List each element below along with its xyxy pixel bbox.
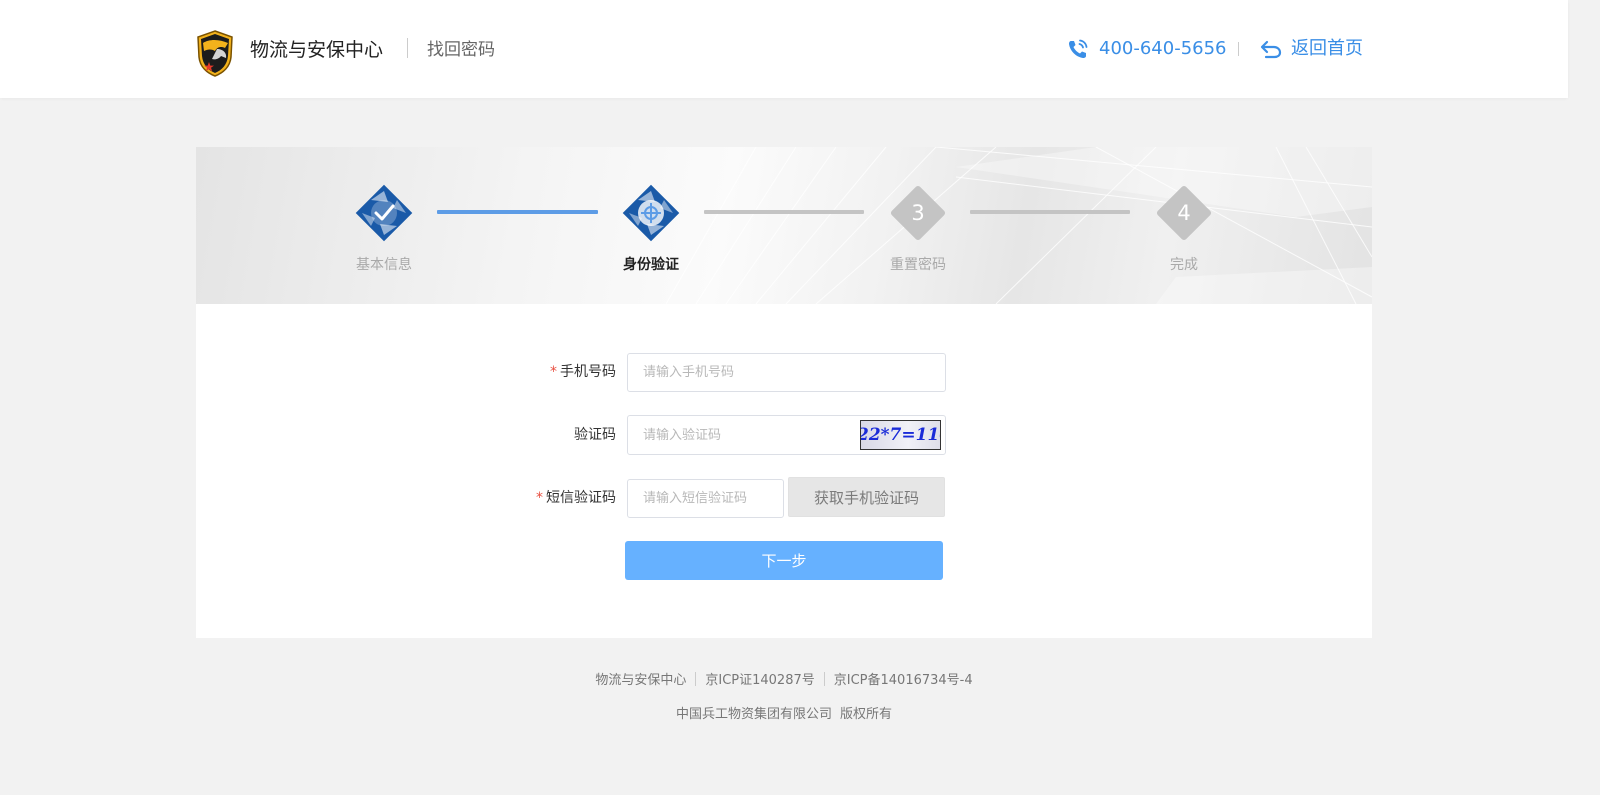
captcha-text: 22*7=110 [860, 425, 940, 445]
page-header: 物流与安保中心 找回密码 400-640-5656 返回首页 [0, 0, 1568, 98]
step-1-check-icon [355, 184, 413, 242]
step-connector-2 [704, 210, 864, 214]
footer-copyright: 中国兵工物资集团有限公司 版权所有 [0, 706, 1568, 724]
captcha-image[interactable]: 22*7=110 [860, 420, 941, 450]
footer-icp-license[interactable]: 京ICP证140287号 [705, 673, 814, 688]
step-1-label: 基本信息 [356, 257, 412, 273]
footer-divider [823, 672, 825, 686]
next-step-button[interactable]: 下一步 [625, 541, 943, 580]
step-3-number: 3 [911, 201, 925, 225]
step-2-target-icon [622, 184, 680, 242]
required-mark: * [536, 490, 543, 506]
page-subtitle: 找回密码 [427, 40, 495, 60]
footer-org-name: 物流与安保中心 [595, 673, 687, 688]
footer-divider [695, 672, 697, 686]
header-divider-right [1238, 42, 1239, 56]
phone-icon [1069, 39, 1088, 58]
footer-rights: 版权所有 [840, 707, 893, 722]
steps-banner: 基本信息 身份验证 3 重置密码 4 完成 [196, 147, 1372, 304]
eagle-shield-logo-icon [197, 30, 233, 77]
brand-name: 物流与安保中心 [250, 39, 384, 61]
footer-company: 中国兵工物资集团有限公司 [675, 707, 832, 722]
step-4-label: 完成 [1170, 257, 1198, 273]
sms-label: * 短信验证码 [496, 488, 616, 508]
return-arrow-icon[interactable] [1260, 39, 1282, 59]
sms-code-input[interactable] [627, 479, 784, 518]
step-4-number: 4 [1177, 201, 1191, 225]
step-2-label: 身份验证 [623, 257, 679, 273]
phone-label-text: 手机号码 [560, 364, 616, 380]
step-connector-1 [437, 210, 598, 214]
phone-input[interactable] [627, 353, 946, 392]
captcha-label: 验证码 [574, 427, 616, 443]
header-divider [407, 38, 408, 58]
footer-links: 物流与安保中心 京ICP证140287号 京ICP备14016734号-4 [0, 672, 1568, 690]
step-connector-3 [970, 210, 1130, 214]
back-home-link[interactable]: 返回首页 [1291, 35, 1363, 63]
step-3-label: 重置密码 [890, 257, 946, 273]
form-card: *手机号码 验证码 22*7=110 *短信验证码 获取手机验证码 下一步 [196, 304, 1372, 638]
phone-label: * 手机号码 [516, 362, 616, 382]
required-mark: * [550, 364, 557, 380]
sms-label-text: 短信验证码 [546, 490, 616, 506]
hotline-number: 400-640-5656 [1099, 38, 1227, 59]
footer-icp-record[interactable]: 京ICP备14016734号-4 [834, 673, 973, 688]
get-sms-code-button[interactable]: 获取手机验证码 [788, 477, 945, 517]
